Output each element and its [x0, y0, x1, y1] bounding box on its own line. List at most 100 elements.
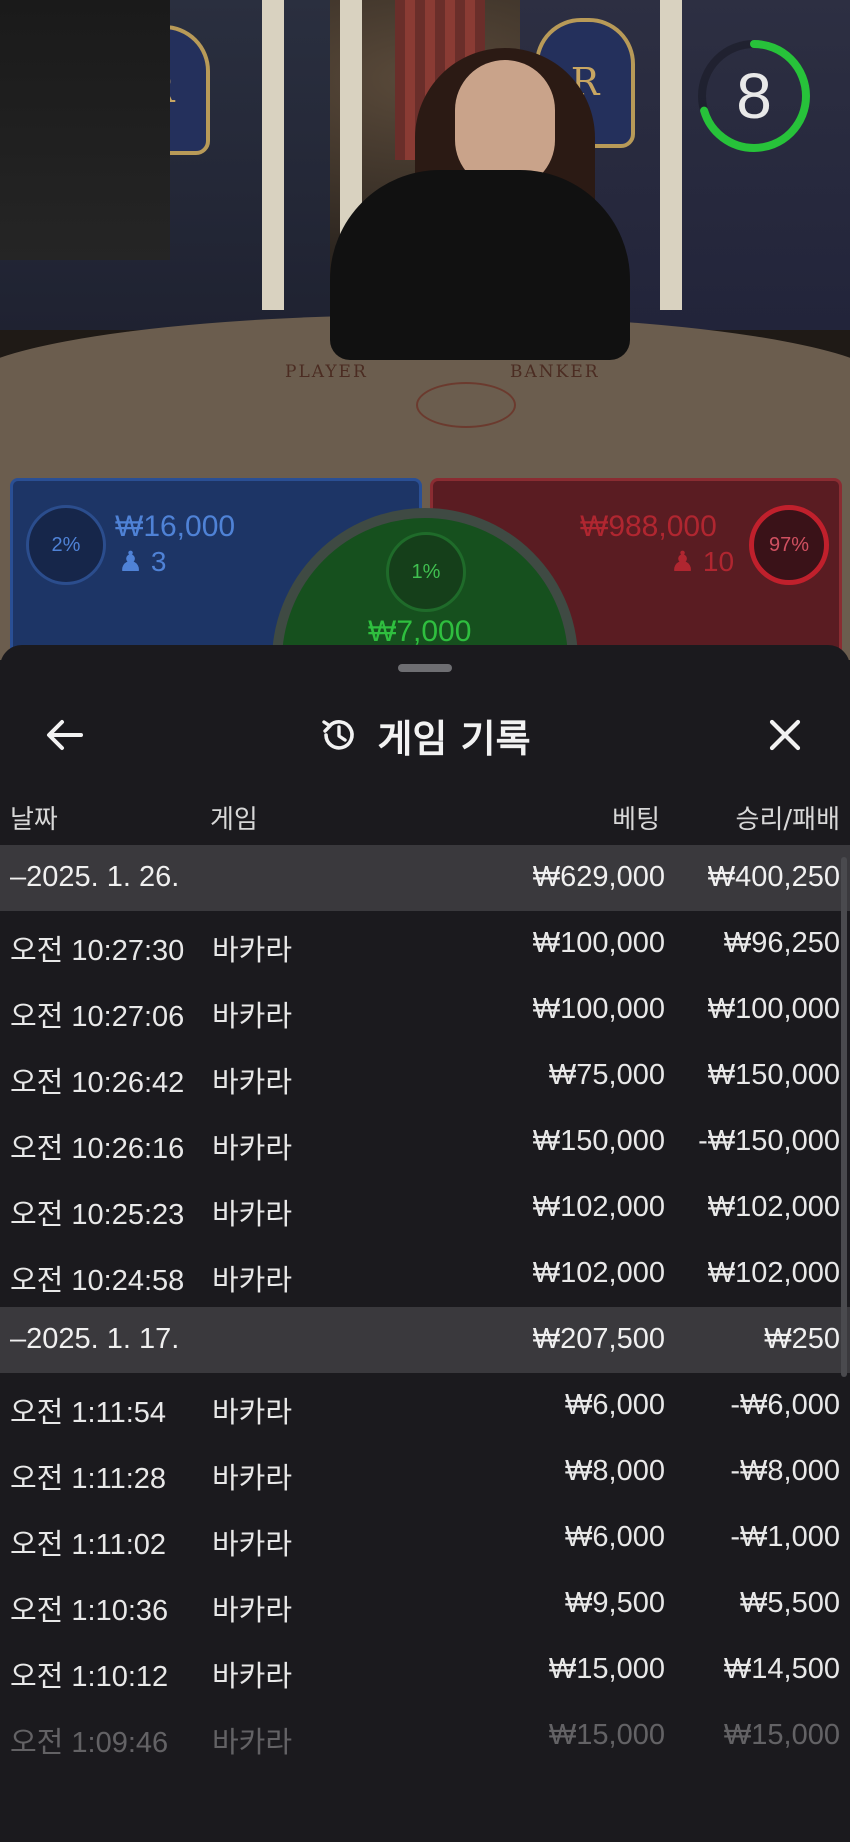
row-time: 오전 10:26:16	[10, 1133, 185, 1165]
history-list[interactable]: –2025. 1. 26. ₩629,000 ₩400,250 오전 10:27:30…	[0, 845, 850, 1842]
row-game: 바카라	[212, 1529, 293, 1561]
row-game: 바카라	[212, 1463, 293, 1495]
row-time: 오전 10:27:06	[10, 1001, 185, 1033]
history-row[interactable]: 오전 10:26:16 바카라 ₩150,000 -₩150,000	[0, 1109, 850, 1175]
row-time: 오전 10:25:23	[10, 1199, 185, 1231]
row-game: 바카라	[212, 1001, 293, 1033]
history-row[interactable]: 오전 1:11:28 바카라 ₩8,000 -₩8,000	[0, 1439, 850, 1505]
history-row[interactable]: 오전 1:11:54 바카라 ₩6,000 -₩6,000	[0, 1373, 850, 1439]
person-icon: ♟	[670, 546, 696, 577]
column-bet: 베팅	[612, 805, 660, 835]
group-bet-total: ₩207,500	[532, 1323, 665, 1355]
row-game: 바카라	[212, 1595, 293, 1627]
tie-bet-amount: ₩7,000	[368, 615, 472, 648]
row-bet: ₩8,000	[565, 1455, 665, 1487]
sheet-title-group: 게임 기록	[0, 705, 850, 765]
date-group-header[interactable]: –2025. 1. 26. ₩629,000 ₩400,250	[0, 845, 850, 911]
row-time: 오전 10:24:58	[10, 1265, 185, 1297]
pillar	[660, 0, 682, 310]
dealer-body	[330, 170, 630, 360]
row-result: ₩96,250	[723, 927, 840, 959]
history-row[interactable]: 오전 10:27:30 바카라 ₩100,000 ₩96,250	[0, 911, 850, 977]
row-result: -₩6,000	[730, 1389, 840, 1421]
row-result: ₩15,000	[723, 1719, 840, 1751]
column-result: 승리/패배	[735, 805, 840, 835]
column-date: 날짜	[10, 805, 58, 835]
group-date: –2025. 1. 17.	[10, 1323, 180, 1355]
row-bet: ₩100,000	[532, 927, 665, 959]
group-date: –2025. 1. 26.	[10, 861, 180, 893]
row-bet: ₩100,000	[532, 993, 665, 1025]
row-result: -₩8,000	[730, 1455, 840, 1487]
row-game: 바카라	[212, 935, 293, 967]
row-bet: ₩102,000	[532, 1191, 665, 1223]
sheet-title: 게임 기록	[377, 716, 531, 761]
group-bet-total: ₩629,000	[532, 861, 665, 893]
player-bet-amount: ₩16,000	[115, 510, 236, 543]
sheet-header: 게임 기록	[0, 685, 850, 785]
row-bet: ₩150,000	[532, 1125, 665, 1157]
row-result: ₩102,000	[707, 1257, 840, 1289]
countdown-number: 8	[736, 60, 772, 132]
history-row[interactable]: 오전 10:26:42 바카라 ₩75,000 ₩150,000	[0, 1043, 850, 1109]
row-bet: ₩102,000	[532, 1257, 665, 1289]
close-icon	[769, 719, 801, 751]
history-row[interactable]: 오전 10:25:23 바카라 ₩102,000 ₩102,000	[0, 1175, 850, 1241]
felt-crest	[416, 382, 516, 428]
row-bet: ₩15,000	[548, 1719, 665, 1751]
row-result: ₩5,500	[740, 1587, 840, 1619]
row-result: ₩14,500	[723, 1653, 840, 1685]
row-bet: ₩75,000	[548, 1059, 665, 1091]
row-game: 바카라	[212, 1133, 293, 1165]
row-time: 오전 1:11:28	[10, 1463, 167, 1495]
history-row[interactable]: 오전 1:10:12 바카라 ₩15,000 ₩14,500	[0, 1637, 850, 1703]
row-bet: ₩9,500	[565, 1587, 665, 1619]
column-game: 게임	[210, 805, 258, 835]
row-result: -₩150,000	[698, 1125, 840, 1157]
row-bet: ₩6,000	[565, 1521, 665, 1553]
row-game: 바카라	[212, 1199, 293, 1231]
row-time: 오전 1:11:02	[10, 1529, 167, 1561]
sheet-drag-handle[interactable]	[398, 664, 452, 672]
row-time: 오전 10:27:30	[10, 935, 185, 967]
history-row[interactable]: 오전 1:11:02 바카라 ₩6,000 -₩1,000	[0, 1505, 850, 1571]
row-bet: ₩6,000	[565, 1389, 665, 1421]
group-result-total: ₩400,250	[707, 861, 840, 893]
row-result: -₩1,000	[730, 1521, 840, 1553]
row-time: 오전 10:26:42	[10, 1067, 185, 1099]
felt-banker-label: BANKER	[510, 362, 600, 382]
scrollbar[interactable]	[841, 857, 847, 1377]
player-percent-ring: 2%	[26, 505, 106, 585]
row-result: ₩100,000	[707, 993, 840, 1025]
banker-bet-amount: ₩988,000	[580, 510, 717, 543]
row-game: 바카라	[212, 1265, 293, 1297]
felt-player-label: PLAYER	[285, 362, 368, 382]
croupier-figure	[0, 0, 170, 260]
banker-percent-ring: 97%	[749, 505, 829, 585]
history-row[interactable]: 오전 1:10:36 바카라 ₩9,500 ₩5,500	[0, 1571, 850, 1637]
row-time: 오전 1:11:54	[10, 1397, 167, 1429]
player-bettor-count: ♟ 3	[118, 546, 167, 577]
date-group-header[interactable]: –2025. 1. 17. ₩207,500 ₩250	[0, 1307, 850, 1373]
history-icon	[322, 720, 355, 750]
group-result-total: ₩250	[764, 1323, 840, 1355]
row-game: 바카라	[212, 1067, 293, 1099]
tie-percent-ring: 1%	[386, 532, 466, 612]
game-history-sheet: 게임 기록 날짜 게임 베팅 승리/패배 –2025. 1. 26. ₩629,0…	[0, 645, 850, 1842]
column-header-row: 날짜 게임 베팅 승리/패배	[0, 785, 850, 845]
history-row[interactable]: 오전 10:24:58 바카라 ₩102,000 ₩102,000	[0, 1241, 850, 1307]
row-time: 오전 1:09:46	[10, 1727, 169, 1759]
pillar	[262, 0, 284, 310]
row-result: ₩150,000	[707, 1059, 840, 1091]
row-result: ₩102,000	[707, 1191, 840, 1223]
row-game: 바카라	[212, 1661, 293, 1693]
row-time: 오전 1:10:12	[10, 1661, 169, 1693]
row-game: 바카라	[212, 1397, 293, 1429]
row-bet: ₩15,000	[548, 1653, 665, 1685]
history-row[interactable]: 오전 10:27:06 바카라 ₩100,000 ₩100,000	[0, 977, 850, 1043]
history-row[interactable]: 오전 1:09:46 바카라 ₩15,000 ₩15,000	[0, 1703, 850, 1769]
row-time: 오전 1:10:36	[10, 1595, 169, 1627]
person-icon: ♟	[118, 546, 144, 577]
close-button[interactable]	[750, 705, 820, 765]
row-game: 바카라	[212, 1727, 293, 1759]
